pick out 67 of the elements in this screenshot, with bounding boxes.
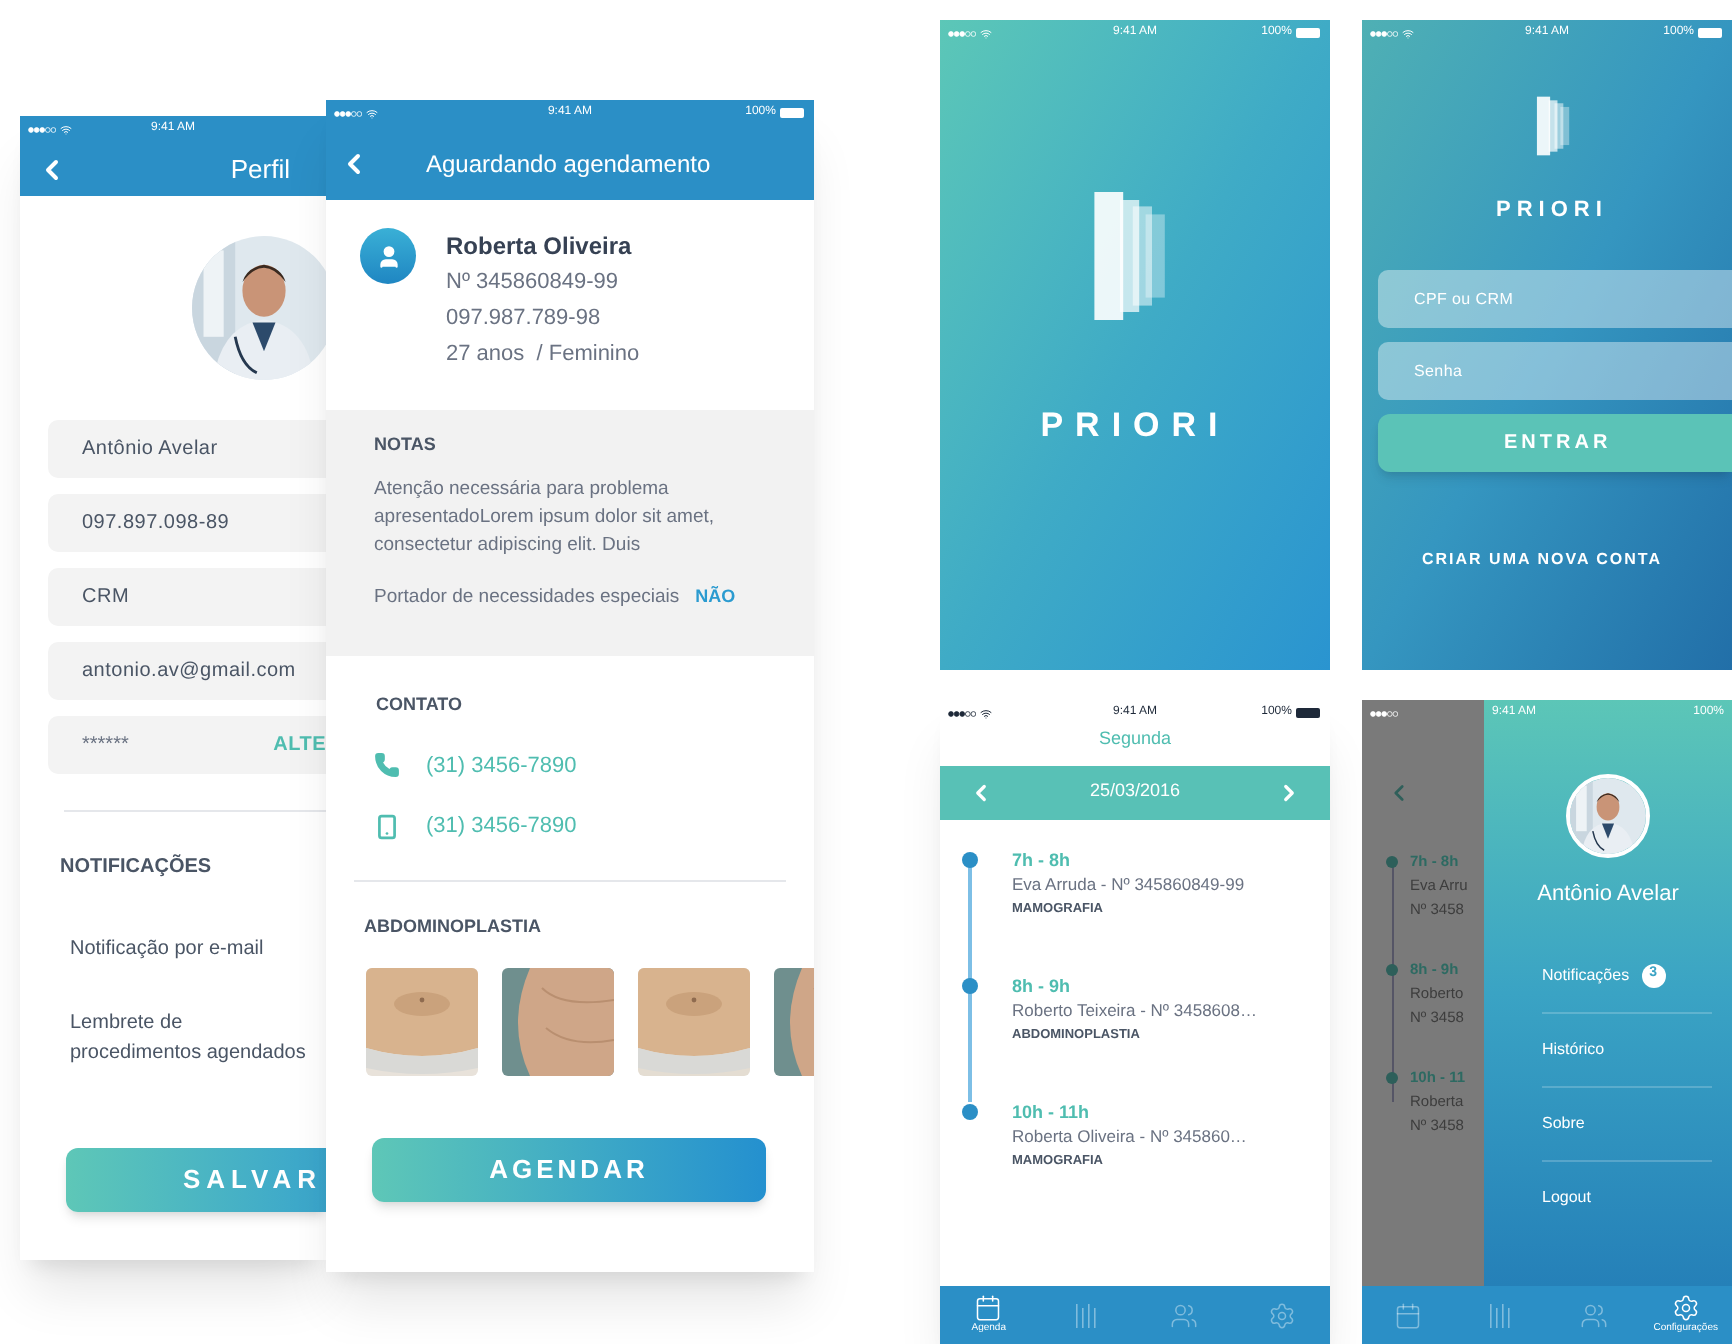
settings-icon [1267, 1301, 1296, 1329]
special-needs-value: NÃO [695, 583, 736, 610]
current-date: 25/03/2016 [1089, 778, 1181, 805]
profile-field[interactable]: antonio.av@gmail.com [48, 642, 326, 700]
notification-option: Lembrete de procedimentos agendados [70, 1008, 318, 1068]
wifi-icon [980, 27, 992, 39]
wifi-icon [1402, 27, 1414, 39]
appointment-time: 8h - 9h [1012, 973, 1073, 997]
notification-option: Notificação por e-mail [70, 934, 318, 964]
settings-icon [1671, 1294, 1700, 1322]
menu-item[interactable]: Logout [1542, 1161, 1712, 1235]
appointment-time: 7h - 8h [1012, 847, 1073, 871]
signup-link[interactable]: CRIAR UMA NOVA CONTA [1422, 547, 1662, 571]
phone-number[interactable]: (31) 3456-7890 [426, 810, 577, 843]
section-heading: ABDOMINOPLASTIA [364, 913, 543, 939]
appointment-patient: Roberto Teixeira - Nº 3458608… [1012, 997, 1259, 1021]
calendar-icon [974, 1294, 1003, 1322]
signal-icon [1370, 709, 1398, 717]
section-heading: NOTIFICAÇÕES [60, 852, 214, 882]
calendar-icon [1394, 1301, 1423, 1329]
change-password-link[interactable]: ALTE [273, 730, 326, 760]
user-name: Antônio Avelar [1537, 880, 1679, 910]
section-heading: NOTAS [374, 432, 438, 458]
signal-icon [334, 109, 362, 117]
brand-name: PRIORI [1040, 404, 1230, 448]
menu-item[interactable]: Histórico [1542, 1013, 1712, 1087]
phone-icon [374, 752, 400, 779]
patient-name: Roberta Oliveira [446, 230, 634, 264]
signal-icon [948, 709, 976, 717]
schedule-button[interactable]: AGENDAR [372, 1138, 766, 1202]
wifi-icon [366, 107, 378, 119]
appointment-patient: Eva Arruda - Nº 345860849-99 [1012, 871, 1247, 895]
menu-item[interactable]: Sobre [1542, 1087, 1712, 1161]
phone-number[interactable]: (31) 3456-7890 [426, 749, 577, 782]
brand-name: PRIORI [1496, 196, 1608, 226]
wifi-icon [60, 123, 72, 135]
mobile-icon [374, 813, 400, 840]
patient-avatar-icon [360, 228, 416, 284]
section-heading: CONTATO [376, 692, 464, 718]
appointment-time: 10h - 11h [1012, 1099, 1092, 1123]
bars-icon [1488, 1301, 1513, 1329]
signal-icon [1370, 29, 1398, 37]
profile-field[interactable]: Antônio Avelar [48, 420, 326, 478]
people-icon [1579, 1301, 1608, 1329]
battery-icon [1698, 28, 1724, 38]
appointment-patient: Roberta Oliveira - Nº 345860… [1012, 1123, 1249, 1147]
special-needs-label: Portador de necessidades especiais [374, 583, 680, 611]
wifi-icon [980, 707, 992, 719]
profile-field[interactable]: 097.897.098-89 [48, 494, 326, 552]
people-icon [1169, 1301, 1198, 1329]
notes-text: Atenção necessária para problema apresentadoLorem ipsum dolor sit amet, consectetur adipiscing elit. Duis [374, 475, 717, 559]
battery-icon [779, 108, 806, 118]
login-button[interactable]: ENTRAR [1378, 413, 1732, 471]
screen-title: Aguardando agendamento [426, 147, 711, 181]
battery-icon [1295, 708, 1322, 718]
patient-number: Nº 345860849-99 [446, 268, 620, 298]
signal-icon [28, 125, 56, 133]
password-field[interactable]: ****** ALTE [48, 716, 326, 774]
screen-title: Perfil [230, 151, 290, 188]
signal-icon [948, 29, 976, 37]
save-button[interactable]: SALVAR [66, 1148, 326, 1212]
bars-icon [1074, 1301, 1099, 1329]
profile-field[interactable]: CRM [48, 568, 326, 626]
patient-document: 097.987.789-98 [446, 304, 603, 334]
patient-age-sex: 27 anos / Feminino [446, 340, 640, 370]
day-title: Segunda [1098, 726, 1172, 752]
battery-icon [1295, 28, 1322, 38]
